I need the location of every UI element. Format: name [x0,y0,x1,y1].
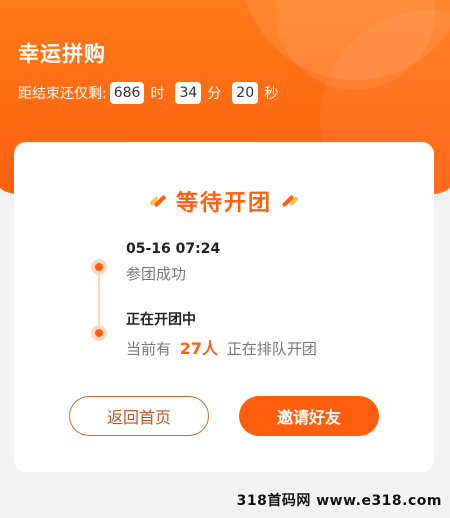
back-home-button[interactable]: 返回首页 [69,396,209,436]
countdown-seconds: 20 [232,82,259,104]
seconds-unit: 秒 [264,86,279,102]
timeline-dot-icon [91,259,107,275]
timeline-item-opening: 正在开团中 当前有 27人 正在排队开团 [126,309,317,359]
countdown-minutes: 34 [175,82,202,104]
card-title-row: 等待开团 [14,185,434,217]
card-title: 等待开团 [175,191,272,216]
countdown-prefix: 距结束还仅剩: [18,86,107,102]
timeline-item-joined: 05-16 07:24 参团成功 [126,241,220,284]
opening-status: 正在开团中 [126,312,196,328]
countdown-hours: 686 [109,82,145,104]
queue-suffix: 正在排队开团 [226,340,317,358]
countdown: 距结束还仅剩: 686 时 34 分 20 秒 [18,82,286,104]
minutes-unit: 分 [207,86,222,102]
join-time: 05-16 07:24 [126,241,221,257]
queue-prefix: 当前有 [126,340,172,358]
queue-count: 27人 [179,339,219,358]
timeline-dot-icon [91,325,107,341]
timeline-connector [98,267,100,331]
slash-decoration-icon [149,194,167,208]
slash-decoration-icon [281,194,299,208]
page-title: 幸运拼购 [18,42,106,66]
hours-unit: 时 [150,86,165,102]
watermark: 318首码网 www.e318.com [236,493,442,509]
join-status: 参团成功 [126,265,187,283]
invite-friends-button[interactable]: 邀请好友 [239,396,379,436]
group-status-card: 等待开团 05-16 07:24 参团成功 正在开团中 当前有 27人 正在排队… [14,142,434,472]
queue-info: 当前有 27人 正在排队开团 [126,335,317,359]
